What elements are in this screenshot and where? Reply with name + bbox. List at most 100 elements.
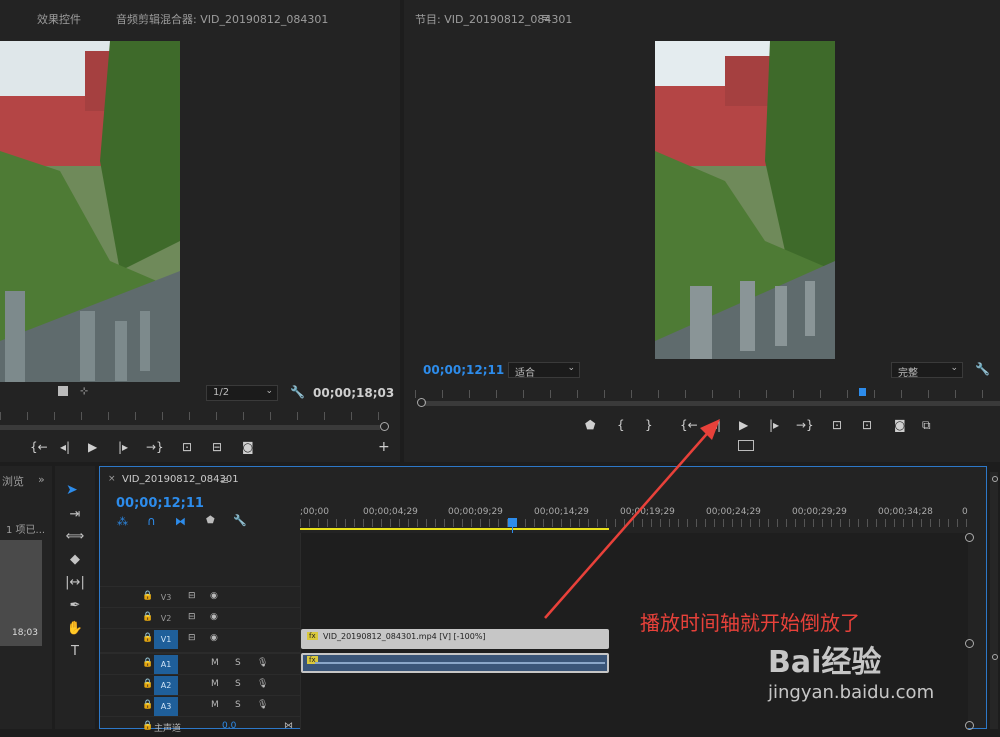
track-header-a1[interactable]: 🔒 A1 M S 🎙	[100, 652, 300, 674]
video-clip[interactable]: fx VID_20190812_084301.mp4 [V] [-100%]	[301, 629, 609, 649]
source-wrench-icon[interactable]: 🔧	[290, 385, 305, 399]
export-frame-icon[interactable]: ◙	[242, 440, 254, 454]
timeline-close-icon[interactable]: ×	[108, 474, 116, 484]
quality-dropdown[interactable]: 完整 ⌄	[891, 362, 963, 379]
slip-tool-icon[interactable]: |↔|	[64, 575, 86, 590]
program-scrollbar[interactable]	[424, 401, 1000, 406]
lift-icon[interactable]: ⊡	[832, 418, 842, 432]
mute-button[interactable]: M	[211, 679, 219, 689]
source-ripple-icon[interactable]: ⊹	[80, 386, 88, 397]
tab-audio-clip-mixer[interactable]: 音频剪辑混合器: VID_20190812_084301	[116, 11, 328, 27]
razor-tool-icon[interactable]: ◆	[64, 552, 86, 567]
program-wrench-icon[interactable]: 🔧	[975, 362, 990, 376]
lock-icon[interactable]: 🔒	[142, 591, 153, 601]
mic-icon[interactable]: 🎙	[257, 658, 268, 668]
go-out-icon[interactable]: →}	[146, 440, 164, 454]
track-target-a3[interactable]: A3	[154, 697, 178, 716]
panel-expand-icon[interactable]: »	[38, 473, 45, 486]
lock-icon[interactable]: 🔒	[142, 633, 153, 643]
source-scroll-handle[interactable]	[380, 422, 389, 431]
eye-icon[interactable]: ◉	[210, 633, 218, 643]
step-back-icon[interactable]: ◂|	[60, 440, 70, 454]
linked-selection-icon[interactable]: ⧓	[175, 515, 186, 528]
lock-icon[interactable]: 🔒	[142, 612, 153, 622]
play-icon[interactable]: ▶	[88, 440, 97, 454]
program-scroll-handle[interactable]	[417, 398, 426, 407]
ripple-edit-tool-icon[interactable]: ⟺	[64, 529, 86, 544]
source-settings-icon[interactable]	[58, 386, 68, 396]
panel-right-scroll[interactable]	[990, 472, 998, 729]
export-frame-icon[interactable]: ◙	[894, 418, 906, 432]
go-to-in-icon[interactable]: {←	[680, 418, 698, 432]
source-scrollbar[interactable]	[0, 425, 380, 430]
track-header-a3[interactable]: 🔒 A3 M S 🎙	[100, 695, 300, 716]
timeline-vscroll-handle[interactable]	[965, 533, 974, 542]
panel-scroll-handle-2[interactable]	[992, 654, 998, 660]
vr-view-icon[interactable]	[738, 440, 754, 451]
insert-icon[interactable]: ⊡	[182, 440, 192, 454]
mark-out-bracket-icon[interactable]: }	[645, 418, 653, 432]
source-scale-dropdown[interactable]: 1/2 ⌄	[206, 385, 278, 401]
mute-button[interactable]: M	[211, 700, 219, 710]
play-icon[interactable]: ▶	[739, 418, 748, 432]
program-playhead[interactable]	[859, 388, 866, 396]
lock-icon[interactable]: 🔒	[142, 658, 153, 668]
work-area-bar[interactable]	[300, 528, 609, 530]
timeline-settings-icon[interactable]: 🔧	[233, 514, 247, 527]
extract-icon[interactable]: ⊡	[862, 418, 872, 432]
track-header-a2[interactable]: 🔒 A2 M S 🎙	[100, 674, 300, 695]
add-marker-icon[interactable]: ⬟	[585, 418, 595, 432]
mic-icon[interactable]: 🎙	[257, 679, 268, 689]
fit-dropdown[interactable]: 适合 ⌄	[508, 362, 580, 379]
track-header-v3[interactable]: 🔒 V3 ⊟ ◉	[100, 586, 300, 607]
track-target-a2[interactable]: A2	[154, 676, 178, 695]
mic-icon[interactable]: 🎙	[257, 700, 268, 710]
snap-icon[interactable]: ∩	[147, 514, 156, 528]
tab-effect-controls[interactable]: 效果控件	[37, 11, 81, 27]
eye-icon[interactable]: ◉	[210, 612, 218, 622]
timeline-menu-icon[interactable]: ≡	[220, 474, 229, 487]
track-header-master[interactable]: 🔒 主声道 0.0 ⋈	[100, 716, 300, 737]
solo-button[interactable]: S	[235, 658, 241, 668]
sync-lock-icon[interactable]: ⊟	[188, 633, 196, 643]
nest-icon[interactable]: ⁂	[117, 515, 128, 528]
type-tool-icon[interactable]: T	[64, 644, 86, 659]
lock-icon[interactable]: 🔒	[142, 700, 153, 710]
hand-tool-icon[interactable]: ✋	[64, 621, 86, 636]
timeline-ruler[interactable]: ;00;00 00;00;04;29 00;00;09;29 00;00;14;…	[300, 497, 968, 530]
solo-button[interactable]: S	[235, 700, 241, 710]
panel-scroll-handle[interactable]	[992, 476, 998, 482]
mark-in-icon[interactable]: {←	[30, 440, 48, 454]
jump-icon[interactable]: ⋈	[284, 721, 293, 731]
program-menu-icon[interactable]: ≡	[541, 11, 550, 24]
project-tab[interactable]: 浏览	[2, 473, 24, 489]
track-target-a1[interactable]: A1	[154, 655, 178, 674]
overwrite-icon[interactable]: ⊟	[212, 440, 222, 454]
lock-icon[interactable]: 🔒	[142, 679, 153, 689]
timeline-vscroll-handle-2[interactable]	[965, 639, 974, 648]
compare-icon[interactable]: ⧉	[922, 418, 931, 432]
lock-icon[interactable]: 🔒	[142, 721, 153, 731]
eye-icon[interactable]: ◉	[210, 591, 218, 601]
step-back-icon[interactable]: ◂|	[711, 418, 721, 432]
step-forward-icon[interactable]: |▸	[769, 418, 779, 432]
solo-button[interactable]: S	[235, 679, 241, 689]
step-forward-icon[interactable]: |▸	[118, 440, 128, 454]
audio-clip[interactable]: fx	[301, 653, 609, 673]
track-header-v1[interactable]: 🔒 V1 ⊟ ◉	[100, 628, 300, 649]
track-header-v2[interactable]: 🔒 V2 ⊟ ◉	[100, 607, 300, 628]
track-target-v3[interactable]: V3	[154, 588, 178, 607]
add-marker-icon[interactable]: ⬟	[206, 515, 215, 526]
mark-in-bracket-icon[interactable]: {	[617, 418, 625, 432]
sync-lock-icon[interactable]: ⊟	[188, 591, 196, 601]
mute-button[interactable]: M	[211, 658, 219, 668]
master-volume[interactable]: 0.0	[222, 721, 236, 731]
track-target-v2[interactable]: V2	[154, 609, 178, 628]
pen-tool-icon[interactable]: ✒	[64, 598, 86, 613]
track-select-tool-icon[interactable]: ⇥	[64, 507, 86, 522]
track-target-v1[interactable]: V1	[154, 630, 178, 649]
go-to-out-icon[interactable]: →}	[796, 418, 814, 432]
selection-tool-icon[interactable]: ➤	[66, 482, 78, 498]
add-button-icon[interactable]: +	[378, 440, 390, 454]
timeline-playhead-head[interactable]	[508, 518, 517, 527]
